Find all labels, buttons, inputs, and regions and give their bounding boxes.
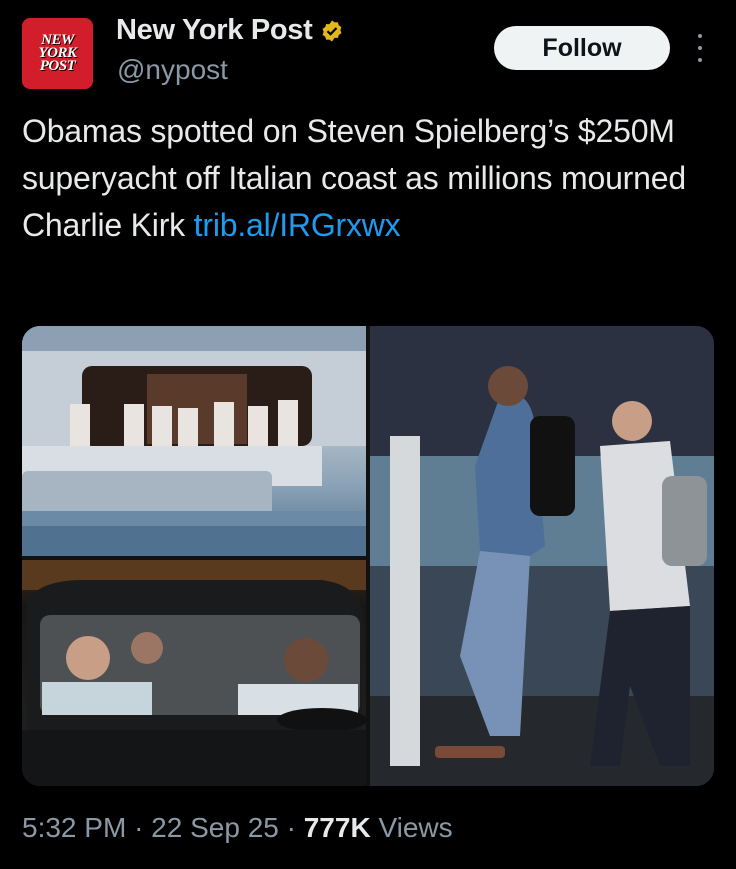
tweet-text: Obamas spotted on Steven Spielberg’s $25… xyxy=(22,108,712,249)
views-label: Views xyxy=(378,812,453,843)
more-vertical-icon[interactable] xyxy=(694,34,706,62)
avatar[interactable]: NEW YORK POST xyxy=(22,18,93,89)
dock-scene-image xyxy=(370,326,714,786)
views-count: 777K xyxy=(303,812,371,843)
tweet-time[interactable]: 5:32 PM xyxy=(22,812,126,843)
media-photo-dock[interactable] xyxy=(370,326,714,786)
account-handle[interactable]: @nypost xyxy=(117,54,228,86)
tweet-link[interactable]: trib.al/IRGrxwx xyxy=(194,207,401,243)
meta-separator: · xyxy=(286,812,296,843)
account-name-text: New York Post xyxy=(116,14,313,46)
media-photo-car[interactable] xyxy=(22,560,366,786)
meta-separator: · xyxy=(134,812,144,843)
car-scene-image xyxy=(22,560,366,786)
logo-line-3: POST xyxy=(39,58,76,74)
verified-badge-icon xyxy=(323,20,342,41)
tweet-meta: 5:32 PM · 22 Sep 25 · 777K Views xyxy=(22,812,453,844)
media-photo-yacht[interactable] xyxy=(22,326,366,556)
yacht-scene-image xyxy=(22,326,366,556)
tweet-date[interactable]: 22 Sep 25 xyxy=(151,812,279,843)
media-grid[interactable] xyxy=(22,326,714,786)
follow-button[interactable]: Follow xyxy=(494,26,670,70)
account-name[interactable]: New York Post xyxy=(116,14,344,47)
